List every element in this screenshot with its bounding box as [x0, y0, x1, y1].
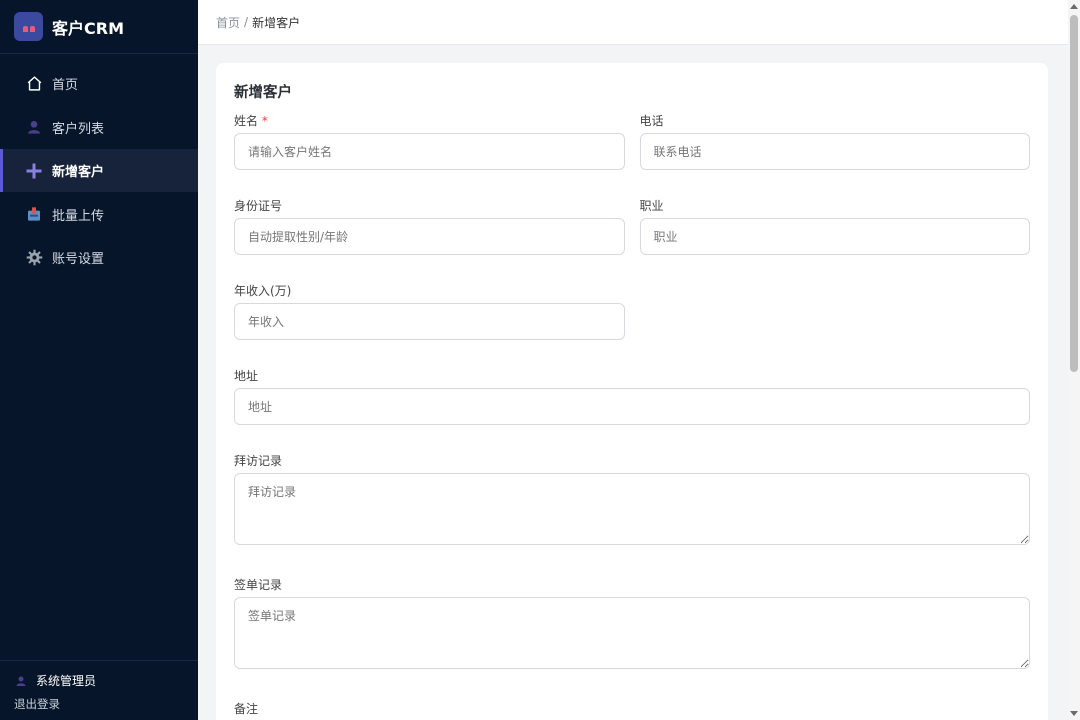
- add-customer-form: 新增客户 姓名 * 电话 身份证号 职业 年收入(万) 地址: [216, 63, 1048, 720]
- user-icon: [14, 674, 28, 688]
- sign-textarea[interactable]: [234, 597, 1030, 669]
- income-input[interactable]: [234, 303, 625, 340]
- income-field-group: 年收入(万): [234, 284, 625, 340]
- sidebar-item-label: 账号设置: [52, 252, 105, 267]
- gear-icon: [25, 249, 43, 267]
- phone-label: 电话: [639, 114, 664, 128]
- current-user: 系统管理员: [14, 672, 184, 689]
- breadcrumb: 首页 / 新增客户: [198, 0, 1068, 45]
- sidebar: 客户CRM 首页 客户列表 新增客户 批量上传 账号设置 系统管理员 退出登录: [0, 0, 198, 720]
- plus-icon: [25, 162, 43, 180]
- breadcrumb-home-link[interactable]: 首页: [216, 14, 240, 31]
- phone-field-group: 电话: [639, 114, 1030, 170]
- user-icon: [25, 118, 43, 136]
- page-scrollbar[interactable]: [1068, 0, 1080, 720]
- name-input[interactable]: [234, 133, 625, 170]
- visit-label: 拜访记录: [234, 454, 283, 468]
- sign-field-group: 签单记录: [234, 578, 1030, 673]
- address-label: 地址: [234, 369, 259, 383]
- job-field-group: 职业: [639, 199, 1030, 255]
- remark-field-group: 备注: [234, 702, 1030, 720]
- home-icon: [25, 75, 43, 93]
- sidebar-item-batch-upload[interactable]: 批量上传: [0, 193, 198, 236]
- brand-logo-icon: [14, 12, 43, 41]
- user-name: 系统管理员: [36, 674, 97, 688]
- job-label: 职业: [639, 199, 664, 213]
- visit-textarea[interactable]: [234, 473, 1030, 545]
- sidebar-item-add-customer[interactable]: 新增客户: [0, 149, 198, 192]
- sidebar-item-label: 新增客户: [52, 165, 105, 180]
- sidebar-nav: 首页 客户列表 新增客户 批量上传 账号设置: [0, 54, 198, 279]
- sidebar-item-label: 批量上传: [52, 208, 105, 224]
- logout-link[interactable]: 退出登录: [14, 696, 184, 712]
- job-input[interactable]: [639, 218, 1030, 255]
- scroll-thumb[interactable]: [1070, 15, 1078, 372]
- brand: 客户CRM: [0, 0, 198, 54]
- sidebar-item-account-settings[interactable]: 账号设置: [0, 236, 198, 279]
- breadcrumb-separator: /: [244, 15, 249, 29]
- id-card-label: 身份证号: [234, 199, 283, 213]
- id-card-field-group: 身份证号: [234, 199, 625, 255]
- name-field-group: 姓名 *: [234, 114, 625, 170]
- brand-title: 客户CRM: [52, 18, 124, 38]
- page-title: 新增客户: [234, 85, 292, 101]
- sidebar-item-home[interactable]: 首页: [0, 62, 198, 105]
- income-label: 年收入(万): [234, 284, 292, 298]
- address-input[interactable]: [234, 388, 1030, 425]
- required-marker: *: [261, 114, 268, 128]
- breadcrumb-current: 新增客户: [252, 15, 301, 30]
- name-label: 姓名 *: [234, 114, 268, 128]
- sidebar-item-label: 首页: [52, 78, 79, 93]
- address-field-group: 地址: [234, 369, 1030, 425]
- remark-label: 备注: [234, 702, 259, 716]
- scroll-up-icon[interactable]: [1070, 4, 1078, 9]
- visit-field-group: 拜访记录: [234, 454, 1030, 549]
- sign-label: 签单记录: [234, 578, 283, 592]
- id-card-input[interactable]: [234, 218, 625, 255]
- scroll-down-icon[interactable]: [1070, 711, 1078, 716]
- inbox-icon: [25, 205, 43, 223]
- sidebar-item-label: 客户列表: [52, 121, 105, 137]
- sidebar-item-customer-list[interactable]: 客户列表: [0, 106, 198, 149]
- sidebar-footer: 系统管理员 退出登录: [0, 660, 198, 720]
- phone-input[interactable]: [639, 133, 1030, 170]
